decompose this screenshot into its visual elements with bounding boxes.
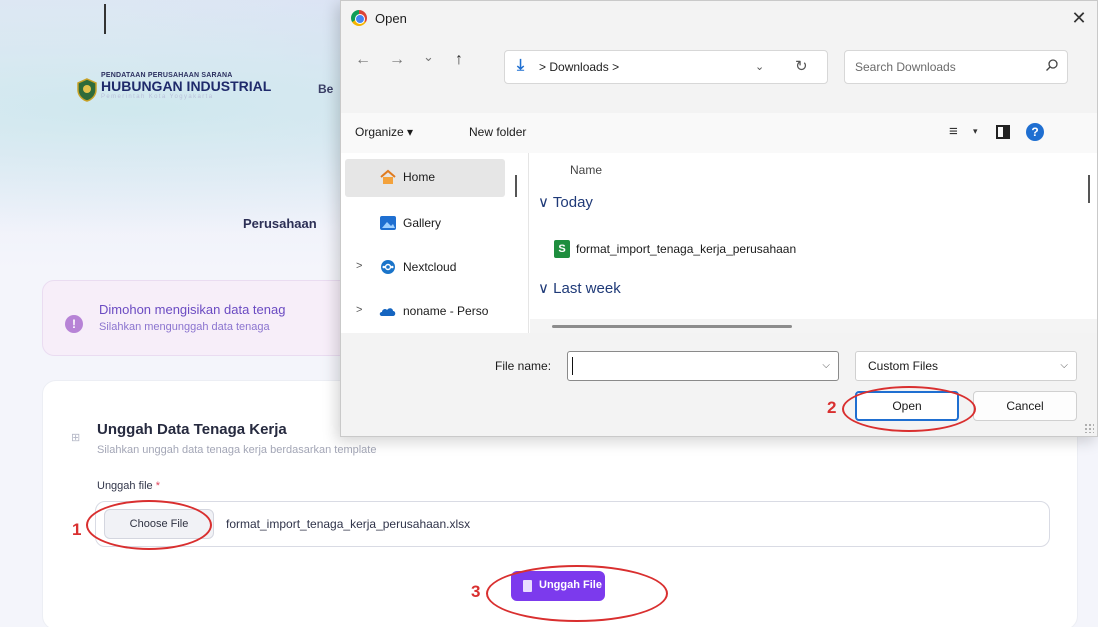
dialog-title: Open xyxy=(375,11,407,26)
file-field-label: Unggah file * xyxy=(97,480,160,492)
search-placeholder: Search Downloads xyxy=(855,60,956,74)
notice-alert: ! Dimohon mengisikan data tenag Silahkan… xyxy=(42,280,362,356)
file-item-name: format_import_tenaga_kerja_perusahaan xyxy=(576,242,797,256)
expand-chevron-icon[interactable]: > xyxy=(356,304,362,316)
chevron-down-icon[interactable]: ▾ xyxy=(973,126,978,137)
section-label[interactable]: Perusahaan xyxy=(243,216,317,231)
annotation-circle-2 xyxy=(842,386,976,432)
group-label: Today xyxy=(552,194,593,211)
address-separator: > xyxy=(612,60,620,74)
sidebar-item-home[interactable]: Home xyxy=(345,159,505,197)
sidebar-item-nextcloud[interactable]: > Nextcloud xyxy=(341,249,529,287)
scrollbar[interactable] xyxy=(1088,175,1090,203)
dialog-footer: File name: ⌵ Custom Files ⌵ Open Cancel xyxy=(341,333,1097,436)
nav-link-partial[interactable]: Be xyxy=(318,82,333,96)
file-name-field[interactable]: ⌵ xyxy=(567,351,839,381)
site-brand[interactable]: PENDATAAN PERUSAHAAN SARANA HUBUNGAN IND… xyxy=(101,72,271,100)
brand-sub-text: Pemerintah Kota Yogyakarta xyxy=(101,94,214,100)
chrome-icon xyxy=(351,10,367,26)
preview-pane-icon[interactable] xyxy=(996,125,1010,139)
new-folder-button[interactable]: New folder xyxy=(469,125,526,139)
cancel-button[interactable]: Cancel xyxy=(973,391,1077,421)
chevron-down-icon[interactable]: ⌵ xyxy=(822,360,830,371)
collapse-chevron-icon: ∨ xyxy=(538,194,549,211)
annotation-number-2: 2 xyxy=(827,398,837,417)
city-emblem-icon xyxy=(77,78,97,102)
required-mark: * xyxy=(155,480,160,492)
annotation-circle-1 xyxy=(86,500,212,550)
scrollbar[interactable] xyxy=(515,175,517,197)
home-icon xyxy=(380,169,396,184)
view-options-icon[interactable]: ≡ xyxy=(949,123,958,140)
file-type-select[interactable]: Custom Files ⌵ xyxy=(855,351,1077,381)
annotation-number-3: 3 xyxy=(471,582,481,601)
expand-icon[interactable]: ⊞ xyxy=(71,433,81,444)
file-type-value: Custom Files xyxy=(868,359,939,373)
nextcloud-icon xyxy=(381,260,395,274)
annotation-circle-3 xyxy=(486,565,668,622)
text-caret xyxy=(572,357,573,375)
search-input[interactable]: Search Downloads xyxy=(844,50,1068,84)
sidebar-item-onedrive[interactable]: > noname - Perso xyxy=(341,293,529,331)
file-name-label: File name: xyxy=(495,359,552,373)
file-label-text: Unggah file xyxy=(97,480,153,492)
group-header-today[interactable]: ∨ Today xyxy=(538,193,593,211)
recent-locations-icon[interactable]: ⌄ xyxy=(423,49,434,65)
close-icon[interactable]: ✕ xyxy=(1067,6,1091,30)
name-column-header[interactable]: Name xyxy=(570,163,602,177)
gallery-icon xyxy=(380,216,396,230)
collapse-chevron-icon: ∨ xyxy=(538,280,549,297)
chosen-file-name: format_import_tenaga_kerja_perusahaan.xl… xyxy=(226,517,471,531)
dialog-titlebar[interactable]: Open ✕ xyxy=(341,1,1097,37)
dialog-commandbar: Organize ▾ New folder ≡ ▾ ? xyxy=(341,113,1097,153)
sidebar-item-label: Home xyxy=(403,170,436,184)
address-folder: Downloads xyxy=(549,60,609,74)
help-icon[interactable]: ? xyxy=(1026,123,1044,141)
upload-title: Unggah Data Tenaga Kerja xyxy=(97,421,287,438)
up-icon[interactable]: ↑ xyxy=(455,51,463,69)
info-icon: ! xyxy=(65,315,83,333)
refresh-icon[interactable]: ↻ xyxy=(795,57,808,75)
group-label: Last week xyxy=(553,280,621,297)
onedrive-icon xyxy=(379,308,396,316)
open-file-dialog: Open ✕ ← → ⌄ ↑ ⤓ > Downloads > ⌄ ↻ Searc… xyxy=(340,0,1098,437)
notice-subtitle: Silahkan mengunggah data tenaga xyxy=(99,321,270,333)
back-icon[interactable]: ← xyxy=(355,51,371,69)
resize-grip[interactable] xyxy=(1084,423,1094,433)
dialog-navbar: ← → ⌄ ↑ ⤓ > Downloads > ⌄ ↻ Search Downl… xyxy=(341,37,1097,113)
group-header-last-week[interactable]: ∨ Last week xyxy=(538,279,621,297)
sidebar-item-label: noname - Perso xyxy=(403,304,489,318)
sheet-icon: S xyxy=(554,240,570,258)
upload-subtitle: Silahkan unggah data tenaga kerja berdas… xyxy=(97,444,377,456)
sidebar-item-label: Nextcloud xyxy=(403,260,457,274)
chevron-down-icon[interactable]: ⌄ xyxy=(755,60,764,73)
brand-main-text: HUBUNGAN INDUSTRIAL xyxy=(101,78,272,94)
notice-title: Dimohon mengisikan data tenag xyxy=(99,302,286,317)
expand-chevron-icon[interactable]: > xyxy=(356,260,362,272)
scrollbar-thumb[interactable] xyxy=(552,325,792,328)
address-bar[interactable]: ⤓ > Downloads > ⌄ ↻ xyxy=(504,50,828,84)
navigation-pane: Home Gallery > Nextcloud > noname - Pers… xyxy=(341,153,529,333)
file-input[interactable]: Choose File format_import_tenaga_kerja_p… xyxy=(95,501,1050,547)
search-icon xyxy=(1046,59,1058,71)
annotation-number-1: 1 xyxy=(72,520,82,539)
text-cursor xyxy=(104,4,106,34)
organize-menu[interactable]: Organize ▾ xyxy=(355,125,413,139)
file-list: Name ∨ Today S format_import_tenaga_kerj… xyxy=(530,153,1097,333)
address-path: > Downloads > xyxy=(539,60,619,74)
download-icon: ⤓ xyxy=(517,57,525,74)
horizontal-scrollbar[interactable] xyxy=(530,319,1097,333)
chevron-down-icon: ⌵ xyxy=(1060,360,1068,371)
address-separator: > xyxy=(539,60,547,74)
sidebar-item-gallery[interactable]: Gallery xyxy=(341,205,529,243)
sidebar-item-label: Gallery xyxy=(403,216,442,230)
forward-icon[interactable]: → xyxy=(389,51,405,69)
